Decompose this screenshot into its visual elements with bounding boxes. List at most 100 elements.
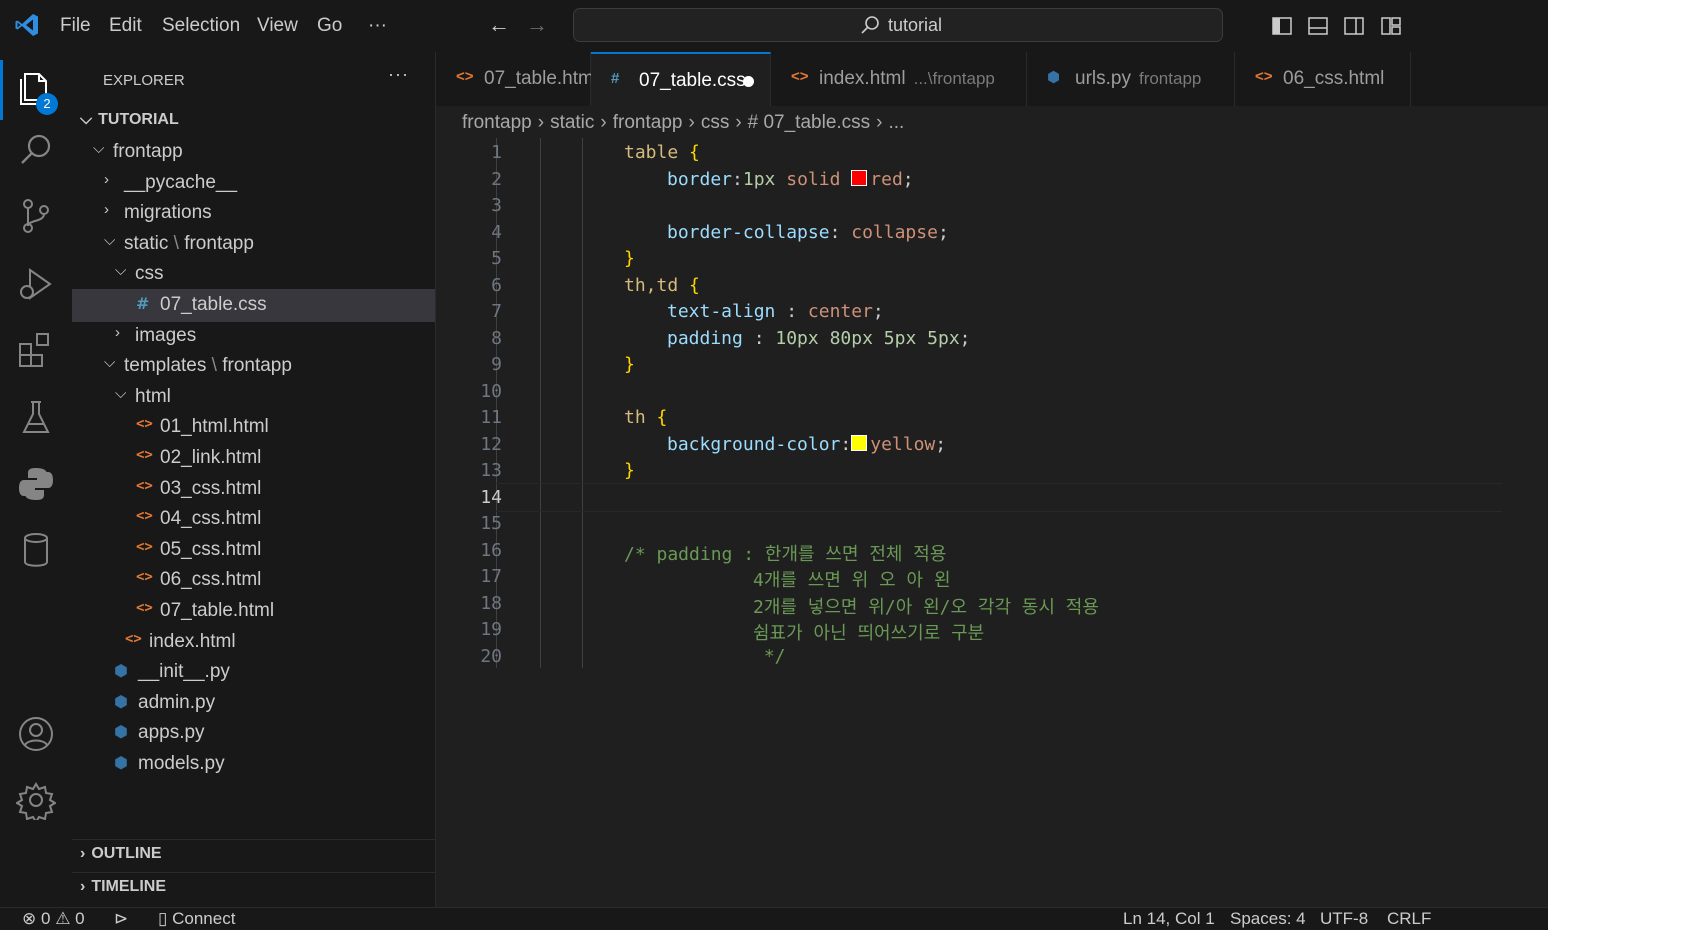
connect-status[interactable]: ▯ Connect <box>158 909 235 929</box>
line-number: 12 <box>480 433 502 455</box>
breadcrumb[interactable]: frontapp › static › frontapp › css › # 07_table.… <box>462 112 904 134</box>
cursor-position[interactable]: Ln 14, Col 1 <box>1123 909 1215 929</box>
tree-item[interactable]: ⌵ css <box>72 258 435 291</box>
tree-item[interactable]: ⌵ html <box>72 381 435 414</box>
tree-item[interactable]: <> 02_link.html <box>72 442 435 475</box>
code-editor[interactable]: 1 table {2 border:1px solid red; 3 4 border-c… <box>436 138 1548 778</box>
tree-item-name: 04_css.html <box>160 508 262 530</box>
editor-tab[interactable]: <> 07_table.html <box>436 52 598 106</box>
code-line: 14 <box>436 482 1548 512</box>
chevron-right-icon: › <box>876 112 883 133</box>
tree-item[interactable]: <> 05_css.html <box>72 534 435 567</box>
extensions-icon[interactable] <box>16 330 56 370</box>
debug-launch-icon[interactable]: ⊳ <box>114 909 128 929</box>
tree-item[interactable]: › migrations <box>72 197 435 230</box>
search-icon <box>861 16 879 34</box>
customize-layout-icon[interactable] <box>1380 15 1402 37</box>
tree-item[interactable]: › __pycache__ <box>72 167 435 200</box>
breadcrumb-segment[interactable]: static <box>550 112 594 133</box>
line-number: 4 <box>491 221 502 243</box>
account-icon[interactable] <box>16 714 56 754</box>
tree-item[interactable]: <> 04_css.html <box>72 503 435 536</box>
back-arrow-icon[interactable]: ← <box>488 12 510 38</box>
editor-tab[interactable]: <> 06_css.html <box>1235 52 1411 106</box>
workspace-section-header[interactable]: ⌵ TUTORIAL <box>80 111 179 129</box>
tree-item-label: 04_css.html <box>160 508 261 530</box>
tree-item[interactable]: ⌵ frontapp <box>72 136 435 169</box>
explorer-title: EXPLORER <box>103 72 185 89</box>
search-icon[interactable] <box>16 130 56 170</box>
breadcrumb-segment[interactable]: ... <box>889 112 905 133</box>
tree-item-name: frontapp <box>113 141 183 162</box>
command-center-search[interactable]: tutorial <box>573 8 1223 42</box>
python-icon[interactable] <box>16 464 56 504</box>
tree-item[interactable]: <> index.html <box>72 626 435 659</box>
problems-status[interactable]: ⊗ 0 ⚠ 0 <box>22 909 85 929</box>
tab-filename: 07_table.css <box>639 70 746 91</box>
tree-item[interactable]: <> 01_html.html <box>72 411 435 444</box>
tree-item[interactable]: ⬢ models.py <box>72 748 435 781</box>
tree-item[interactable]: #07_table.css <box>72 289 435 322</box>
tree-item[interactable]: ⬢ admin.py <box>72 687 435 720</box>
section-divider <box>72 872 435 873</box>
editor-tab[interactable]: #07_table.css <box>591 52 771 106</box>
breadcrumb-segment[interactable]: frontapp <box>462 112 532 133</box>
tree-item[interactable]: ⬢ __init__.py <box>72 656 435 689</box>
tree-item[interactable]: › images <box>72 320 435 353</box>
tree-item[interactable]: ⌵ templates \ frontapp <box>72 350 435 383</box>
tree-item-label: models.py <box>138 753 225 775</box>
menu-go[interactable]: Go <box>317 12 342 40</box>
line-content: text-align : center; <box>667 301 884 322</box>
timeline-section-header[interactable]: › TIMELINE <box>80 878 166 896</box>
menu-selection[interactable]: Selection <box>162 12 240 40</box>
line-number: 8 <box>491 327 502 349</box>
menu-file[interactable]: File <box>60 12 91 40</box>
database-icon[interactable] <box>16 530 56 570</box>
tree-item-compact-folder: frontapp <box>184 232 254 254</box>
indentation[interactable]: Spaces: 4 <box>1230 909 1306 929</box>
code-token: text-align <box>667 301 776 322</box>
toggle-secondary-sidebar-icon[interactable] <box>1343 15 1365 37</box>
toggle-primary-sidebar-icon[interactable] <box>1271 15 1293 37</box>
tree-item[interactable]: ⌵ static \ frontapp <box>72 228 435 261</box>
code-token: { <box>656 407 668 428</box>
source-control-icon[interactable] <box>16 196 56 236</box>
warning-count: 0 <box>75 909 85 928</box>
chevron-right-icon: › <box>104 170 109 188</box>
explorer-more-actions[interactable]: ··· <box>388 64 409 85</box>
menu-view[interactable]: View <box>257 12 298 40</box>
code-token: table <box>624 142 679 163</box>
encoding[interactable]: UTF-8 <box>1320 909 1368 929</box>
testing-icon[interactable] <box>16 397 56 437</box>
toggle-panel-icon[interactable] <box>1307 15 1329 37</box>
tree-item[interactable]: <> 06_css.html <box>72 564 435 597</box>
line-number: 1 <box>491 142 502 163</box>
end-of-line[interactable]: CRLF <box>1387 909 1431 929</box>
vscode-logo-icon <box>15 14 38 36</box>
line-number: 10 <box>480 380 502 402</box>
tree-item[interactable]: <> 07_table.html <box>72 595 435 628</box>
breadcrumb-segment[interactable]: frontapp <box>613 112 683 133</box>
chevron-right-icon: › <box>104 201 109 219</box>
menu-edit[interactable]: Edit <box>109 12 142 40</box>
breadcrumb-segment[interactable]: # 07_table.css <box>748 112 871 133</box>
forward-arrow-icon[interactable]: → <box>526 12 548 38</box>
line-content: } <box>624 354 635 375</box>
code-line: 9} <box>436 350 1548 379</box>
code-token: : <box>732 168 743 190</box>
tree-item[interactable]: <> 03_css.html <box>72 473 435 506</box>
html-file-icon: <> <box>136 416 153 433</box>
run-debug-icon[interactable] <box>16 264 56 304</box>
unsaved-changes-dot-icon[interactable] <box>743 76 754 87</box>
code-line: 1 table { <box>436 138 1548 167</box>
python-file-icon: ⬢ <box>1047 69 1061 86</box>
editor-tab[interactable]: ⬢ urls.py frontapp <box>1027 52 1235 106</box>
breadcrumb-segment[interactable]: css <box>701 112 730 133</box>
outline-section-header[interactable]: › OUTLINE <box>80 845 162 863</box>
line-number: 5 <box>491 248 502 269</box>
tree-item[interactable]: ⬢ apps.py <box>72 717 435 750</box>
settings-gear-icon[interactable] <box>16 780 56 820</box>
editor-tab[interactable]: <> index.html ...\frontapp <box>771 52 1027 106</box>
menu-more[interactable]: ··· <box>368 12 387 40</box>
